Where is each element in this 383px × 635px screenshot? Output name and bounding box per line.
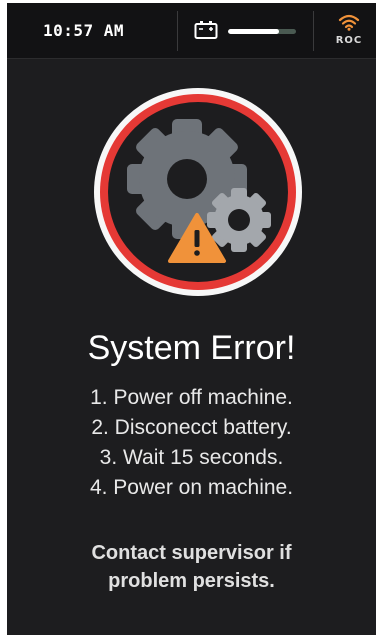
clock-time: 10:57 AM bbox=[43, 21, 125, 40]
battery-level-bar bbox=[228, 29, 296, 34]
device-screen: 10:57 AM ROC System Error! 1. Power off … bbox=[7, 3, 376, 635]
contact-supervisor-message: Contact supervisor if problem persists. bbox=[7, 539, 376, 595]
battery-level-fill bbox=[228, 29, 279, 34]
status-bar: 10:57 AM ROC bbox=[7, 3, 376, 59]
battery-icon bbox=[194, 21, 218, 39]
network-label: ROC bbox=[335, 35, 363, 46]
recovery-step: 2. Disconecct battery. bbox=[91, 416, 292, 439]
wifi-icon bbox=[338, 14, 360, 31]
recovery-step: 4. Power on machine. bbox=[89, 476, 294, 499]
status-divider bbox=[313, 11, 314, 51]
recovery-step: 1. Power off machine. bbox=[90, 386, 293, 409]
error-graphic bbox=[94, 88, 302, 296]
recovery-step: 3. Wait 15 seconds. bbox=[99, 446, 284, 469]
contact-line: Contact supervisor if bbox=[91, 542, 292, 564]
error-title: System Error! bbox=[87, 329, 296, 367]
recovery-steps-list: 1. Power off machine. 2. Disconecct batt… bbox=[7, 383, 376, 503]
small-gear-icon bbox=[207, 188, 271, 252]
status-divider bbox=[177, 11, 178, 51]
contact-line: problem persists. bbox=[108, 570, 275, 592]
